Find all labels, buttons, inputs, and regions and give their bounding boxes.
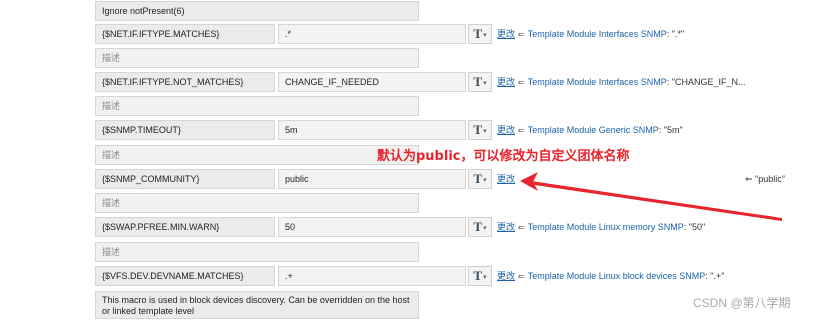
annotation-arrow bbox=[520, 172, 782, 221]
watermark: CSDN @第八学期 bbox=[693, 296, 791, 310]
